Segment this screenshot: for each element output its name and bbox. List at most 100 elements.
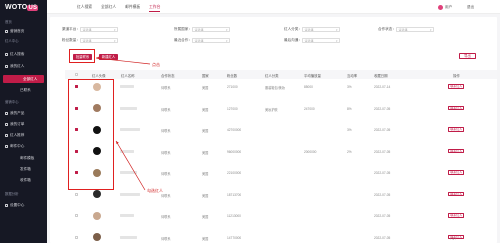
sidebar-item-label: 邮件模板 <box>20 156 35 160</box>
sidebar-item-5[interactable]: 全部红人 <box>3 75 44 83</box>
red-avatar <box>93 233 101 241</box>
coop-status-cell: 待联系 <box>161 172 171 176</box>
sidebar-item-label: 已联系 <box>20 88 31 92</box>
sidebar-item-1[interactable]: 营销首页 <box>0 27 47 35</box>
fans-select[interactable]: 请选择 <box>80 37 118 43</box>
coop-status-cell: 待联系 <box>161 107 171 112</box>
sidebar-item-8[interactable]: 我的产品 <box>0 109 47 117</box>
annotation-select: 勾选红人 <box>147 188 163 193</box>
sidebar-item-label: 全部红人 <box>23 77 38 81</box>
red-name-blurred <box>120 149 134 153</box>
tab-all-red[interactable]: 全部红人 <box>101 5 116 10</box>
fans-cell: 22100000 <box>227 171 242 175</box>
row-checkbox[interactable] <box>75 214 79 218</box>
rate-cell: 3% <box>347 85 352 89</box>
fans-cell: 271000 <box>227 85 238 89</box>
sidebar-item-label: 我的产品 <box>10 111 25 115</box>
add-red-button[interactable]: 新建红人 <box>99 54 118 60</box>
filter-label-recent: 最近合作： <box>174 38 192 42</box>
last-contact-select[interactable]: 请选择 <box>302 37 340 43</box>
contact-red-button[interactable]: 联系红人 <box>448 148 465 154</box>
date-cell: 2022-07-05 <box>374 235 391 240</box>
filter-label-fans: 粉丝数量： <box>62 38 80 42</box>
header-name: 红人名称 <box>121 73 135 78</box>
filter-label-category: 红人分类： <box>284 27 302 31</box>
sidebar-item-label: 邮件中心 <box>10 144 25 148</box>
select-all-checkbox[interactable] <box>75 73 79 77</box>
sidebar-item-label: 红人中心 <box>5 39 19 43</box>
country-cell: 美国 <box>202 193 209 198</box>
header-rate: 互动率 <box>347 73 358 78</box>
tab-workbench[interactable]: 工作台 <box>149 5 161 12</box>
contact-red-button[interactable]: 联系红人 <box>448 170 465 175</box>
sidebar-item-14[interactable]: 收件箱 <box>0 176 47 184</box>
sidebar-item-label: 红人推荐 <box>10 133 25 137</box>
red-name-blurred <box>120 106 137 110</box>
red-avatar <box>93 211 101 220</box>
pager[interactable]: ‹ 1 › <box>450 237 456 241</box>
coop-status-select[interactable]: 请选择 <box>396 26 434 32</box>
coop-status-cell: 待联系 <box>161 236 171 241</box>
sidebar-item-12[interactable]: 邮件模板 <box>0 154 47 162</box>
country-cell: 美国 <box>202 236 209 241</box>
logo-mark: US <box>27 5 39 11</box>
menu-icon <box>5 64 8 68</box>
click-highlight <box>69 49 95 63</box>
avatar[interactable] <box>438 4 443 10</box>
country-select[interactable]: 请选择 <box>192 26 230 32</box>
header-status: 合作状态 <box>161 73 175 78</box>
sidebar-item-6[interactable]: 已联系 <box>0 86 47 94</box>
user-name[interactable]: 用户 <box>445 5 452 10</box>
sidebar-item-13[interactable]: 发件箱 <box>0 165 47 173</box>
app-logo[interactable]: WOTOUS <box>0 0 47 14</box>
sidebar-item-11[interactable]: 邮件中心 <box>0 142 47 150</box>
contact-red-button[interactable]: 联系红人 <box>448 191 465 197</box>
views-cell: 247000 <box>304 106 315 111</box>
filter-label-platform: 渠道平台： <box>62 27 80 31</box>
red-name-blurred <box>120 85 134 88</box>
menu-icon <box>5 111 8 115</box>
menu-icon <box>5 144 8 148</box>
header-avatar: 红人头像 <box>92 73 106 78</box>
coop-status-cell: 待联系 <box>161 215 171 219</box>
sidebar-item-10[interactable]: 红人推荐 <box>0 131 47 139</box>
annotation-click: 点击 <box>152 62 160 67</box>
country-cell: 美国 <box>202 150 209 155</box>
sidebar: WOTOUS 首页 营销首页 红人中心 红人搜索 我的红人 全部红人 已联系 营销中心 我的产品… <box>0 0 47 243</box>
tab-red-search[interactable]: 红人搜索 <box>77 5 92 10</box>
menu-icon <box>5 52 8 56</box>
contact-red-button[interactable]: 联系红人 <box>448 84 465 89</box>
contact-red-button[interactable]: 联系红人 <box>448 127 465 132</box>
tab-mail-template[interactable]: 邮件模板 <box>125 5 140 10</box>
sidebar-item-2: 红人中心 <box>0 37 47 45</box>
date-cell: 2022-07-05 <box>374 106 391 111</box>
header-op: 操作 <box>453 73 460 78</box>
fans-cell: 11213000 <box>227 214 241 218</box>
platform-select[interactable]: 请选择 <box>80 26 118 32</box>
country-cell: 美国 <box>202 215 209 219</box>
red-name-blurred <box>120 214 134 217</box>
sidebar-item-9[interactable]: 我的订单 <box>0 120 47 128</box>
sidebar-item-3[interactable]: 红人搜索 <box>0 50 47 58</box>
select-highlight <box>68 79 114 190</box>
header-country: 国家 <box>202 73 209 78</box>
export-button[interactable]: 导出 <box>459 53 476 59</box>
category-select[interactable]: 请选择 <box>302 26 340 32</box>
sidebar-item-label: 营销中心 <box>5 100 19 104</box>
country-cell: 美国 <box>202 107 209 112</box>
sidebar-item-16[interactable]: 设置中心 <box>0 201 47 209</box>
header-fans: 粉丝数 <box>227 73 238 78</box>
contact-red-button[interactable]: 联系红人 <box>448 213 465 218</box>
contact-red-button[interactable]: 联系红人 <box>448 105 465 111</box>
row-checkbox[interactable] <box>75 235 79 239</box>
row-checkbox[interactable] <box>75 192 79 196</box>
recent-coop-select[interactable]: 请选择 <box>192 37 230 43</box>
rate-cell: 2% <box>347 149 352 154</box>
sidebar-item-label: 发件箱 <box>20 167 31 171</box>
date-cell: 2022-07-05 <box>374 171 391 175</box>
logout-link[interactable]: 退出 <box>467 5 474 10</box>
date-cell: 2022-07-05 <box>374 149 391 154</box>
red-name-blurred <box>120 235 137 239</box>
sidebar-item-4[interactable]: 我的红人 <box>0 62 47 70</box>
fans-cell: 96000000 <box>227 149 242 154</box>
